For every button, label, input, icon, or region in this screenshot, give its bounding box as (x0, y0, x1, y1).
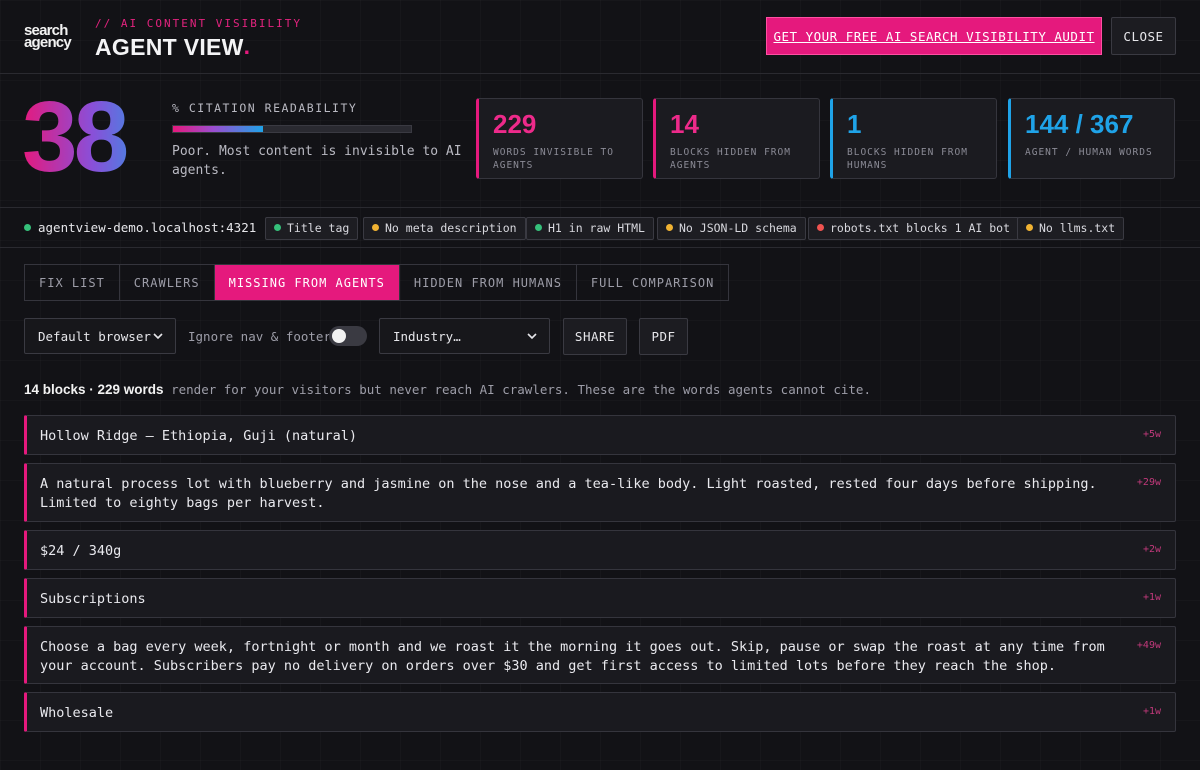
check-chip-robots[interactable]: robots.txt blocks 1 AI bot (808, 217, 1020, 240)
chip-label: robots.txt blocks 1 AI bot (830, 221, 1011, 235)
free-audit-button[interactable]: GET YOUR FREE AI SEARCH VISIBILITY AUDIT (766, 17, 1102, 55)
content-block[interactable]: Choose a bag every week, fortnight or mo… (24, 626, 1176, 684)
stat-card-blocks-hidden-humans: 1 BLOCKS HIDDEN FROM HUMANS (830, 98, 997, 179)
content-block[interactable]: Wholesale +1w (24, 692, 1176, 732)
content-block[interactable]: Hollow Ridge — Ethiopia, Guji (natural) … (24, 415, 1176, 455)
chip-label: H1 in raw HTML (548, 221, 645, 235)
stat-label: AGENT / HUMAN WORDS (1025, 147, 1153, 158)
stat-card-agent-human-words: 144 / 367 AGENT / HUMAN WORDS (1008, 98, 1175, 179)
logo: search agency (24, 23, 80, 51)
citation-score-bar-fill (173, 126, 264, 132)
block-word-count: +1w (1142, 706, 1161, 717)
stat-value: 14 (670, 109, 699, 139)
status-dot (372, 224, 379, 231)
app-header: search agency // AI CONTENT VISIBILITY A… (0, 0, 1200, 74)
tab-crawlers[interactable]: CRAWLERS (120, 265, 215, 300)
ignore-nav-footer-toggle[interactable] (329, 326, 367, 346)
host-url: agentview-demo.localhost:4321 (24, 220, 256, 235)
ignore-nav-footer-label: Ignore nav & footer (188, 329, 331, 344)
pdf-button[interactable]: PDF (639, 318, 688, 355)
block-text: $24 / 340g (40, 543, 122, 559)
close-button[interactable]: CLOSE (1111, 17, 1176, 55)
tab-missing-from-agents[interactable]: MISSING FROM AGENTS (214, 265, 400, 300)
stat-card-blocks-hidden-agents: 14 BLOCKS HIDDEN FROM AGENTS (653, 98, 820, 179)
block-text: A natural process lot with blueberry and… (40, 476, 1097, 511)
header-kicker: // AI CONTENT VISIBILITY (95, 17, 302, 30)
content-block[interactable]: $24 / 340g +2w (24, 530, 1176, 570)
status-dot (666, 224, 673, 231)
chip-label: No JSON-LD schema (679, 221, 797, 235)
host-status-dot (24, 224, 31, 231)
chip-label: Title tag (287, 221, 350, 235)
stat-label: BLOCKS HIDDEN FROM AGENTS (670, 147, 791, 171)
check-chip-json-ld[interactable]: No JSON-LD schema (657, 217, 806, 240)
citation-score-bar (172, 125, 412, 133)
summary-rest: render for your visitors but never reach… (163, 382, 871, 397)
check-chip-title-tag[interactable]: Title tag (265, 217, 359, 240)
tab-fix-list[interactable]: FIX LIST (25, 265, 120, 300)
content-block[interactable]: A natural process lot with blueberry and… (24, 463, 1176, 522)
stat-value: 1 (847, 109, 862, 139)
citation-score: 38 (22, 82, 162, 192)
page-title: AGENT VIEW. (95, 33, 258, 61)
check-chip-llms[interactable]: No llms.txt (1017, 217, 1125, 240)
logo-line-2: agency (24, 34, 72, 51)
share-button[interactable]: SHARE (563, 318, 627, 355)
block-word-count: +1w (1142, 592, 1161, 603)
toggle-knob (332, 329, 346, 343)
stat-value: 229 (493, 109, 537, 139)
block-word-count: +5w (1142, 429, 1161, 440)
stat-label: BLOCKS HIDDEN FROM HUMANS (847, 147, 968, 171)
block-word-count: +49w (1136, 640, 1161, 651)
status-dot (535, 224, 542, 231)
stat-value: 144 / 367 (1025, 109, 1134, 139)
page-title-dot: . (243, 33, 251, 59)
status-dot (1026, 224, 1033, 231)
block-word-count: +29w (1136, 477, 1161, 488)
status-dot (817, 224, 824, 231)
industry-select-value: Industry… (393, 328, 461, 344)
status-dot (274, 224, 281, 231)
chevron-down-icon (153, 333, 163, 340)
browser-select-value: Default browser (38, 328, 151, 344)
block-word-count: +2w (1142, 544, 1161, 555)
summary-text: 14 blocks · 229 words render for your vi… (24, 382, 871, 397)
tab-hidden-from-humans[interactable]: HIDDEN FROM HUMANS (400, 265, 577, 300)
citation-score-description: Poor. Most content is invisible to AI ag… (172, 144, 462, 178)
citation-score-label: % CITATION READABILITY (172, 101, 358, 115)
chip-label: No meta description (385, 221, 517, 235)
check-chip-meta-description[interactable]: No meta description (363, 217, 526, 240)
page-title-text: AGENT VIEW (95, 34, 244, 60)
browser-select[interactable]: Default browser (24, 318, 176, 354)
tab-full-comparison[interactable]: FULL COMPARISON (577, 265, 728, 300)
block-text: Subscriptions (40, 591, 146, 607)
industry-select[interactable]: Industry… (379, 318, 550, 354)
check-chip-h1[interactable]: H1 in raw HTML (526, 217, 654, 240)
chevron-down-icon (527, 333, 537, 340)
block-text: Wholesale (40, 705, 114, 721)
content-block[interactable]: Subscriptions +1w (24, 578, 1176, 618)
status-row: agentview-demo.localhost:4321 Title tag … (0, 207, 1200, 248)
block-text: Choose a bag every week, fortnight or mo… (40, 639, 1105, 674)
summary-bold: 14 blocks · 229 words (24, 382, 164, 397)
stat-card-words-invisible: 229 WORDS INVISIBLE TO AGENTS (476, 98, 643, 179)
view-tabs: FIX LIST CRAWLERS MISSING FROM AGENTS HI… (24, 264, 730, 301)
chip-label: No llms.txt (1039, 221, 1116, 235)
block-text: Hollow Ridge — Ethiopia, Guji (natural) (40, 428, 357, 444)
host-text: agentview-demo.localhost:4321 (38, 220, 257, 235)
stat-label: WORDS INVISIBLE TO AGENTS (493, 147, 614, 171)
